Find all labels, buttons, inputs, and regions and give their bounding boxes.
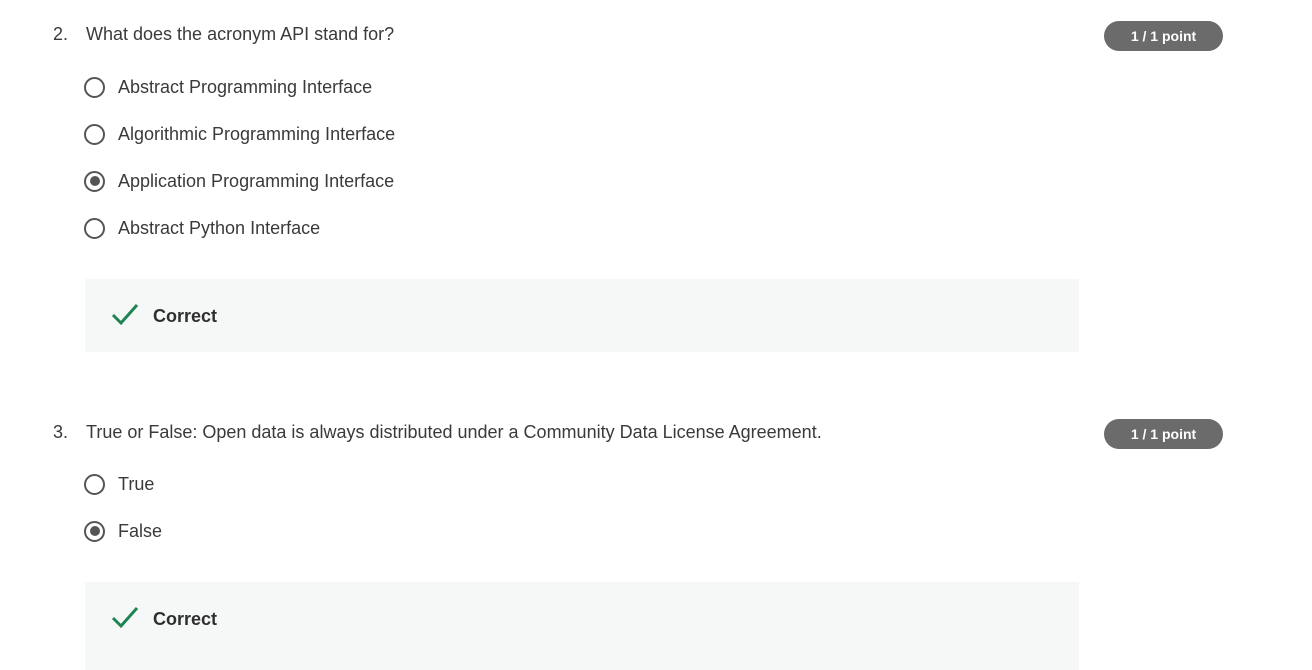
option-label: Abstract Programming Interface xyxy=(118,77,373,97)
radio-checked-icon[interactable] xyxy=(84,520,105,542)
option-true[interactable]: True xyxy=(84,471,154,497)
checkmark-icon xyxy=(111,607,139,629)
radio-unchecked-icon[interactable] xyxy=(84,217,105,239)
score-badge: 1 / 1 point xyxy=(1104,419,1223,449)
option-algorithmic-programming-interface[interactable]: Algorithmic Programming Interface xyxy=(84,121,395,147)
question-text: True or False: Open data is always distr… xyxy=(86,422,822,442)
radio-unchecked-icon[interactable] xyxy=(84,473,105,495)
option-label: False xyxy=(118,521,163,541)
option-false[interactable]: False xyxy=(84,518,162,544)
option-abstract-programming-interface[interactable]: Abstract Programming Interface xyxy=(84,74,372,100)
option-label: Abstract Python Interface xyxy=(118,218,321,238)
option-label: Algorithmic Programming Interface xyxy=(118,124,396,144)
checkmark-icon xyxy=(111,304,139,326)
option-label: True xyxy=(118,474,155,494)
option-application-programming-interface[interactable]: Application Programming Interface xyxy=(84,168,394,194)
option-label: Application Programming Interface xyxy=(118,171,395,191)
option-abstract-python-interface[interactable]: Abstract Python Interface xyxy=(84,215,320,241)
feedback-panel: Correct xyxy=(85,279,1079,352)
feedback-panel: Correct xyxy=(85,582,1079,670)
radio-unchecked-icon[interactable] xyxy=(84,76,105,98)
feedback-label: Correct xyxy=(153,609,218,629)
question-number: 3. xyxy=(53,422,69,442)
radio-checked-icon[interactable] xyxy=(84,170,105,192)
question-number: 2. xyxy=(53,24,69,44)
score-badge: 1 / 1 point xyxy=(1104,21,1223,51)
radio-unchecked-icon[interactable] xyxy=(84,123,105,145)
feedback-label: Correct xyxy=(153,306,218,326)
question-text: What does the acronym API stand for? xyxy=(86,24,395,44)
